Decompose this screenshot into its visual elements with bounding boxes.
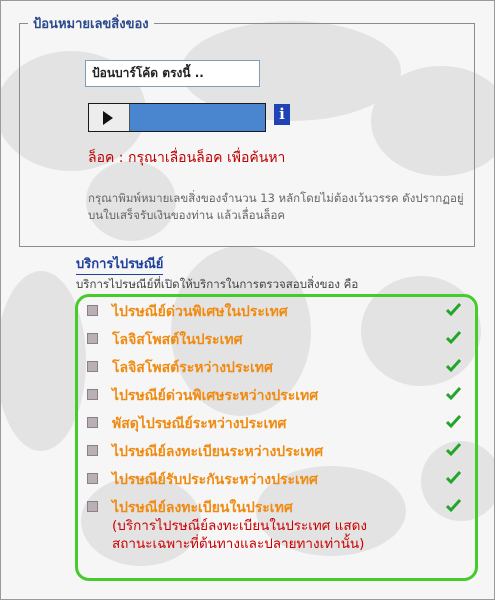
service-label: โลจิสโพสต์ในประเทศ — [112, 332, 243, 348]
list-item: พัสดุไปรษณีย์ระหว่างประเทศ — [84, 413, 474, 441]
list-item: ไปรษณีย์รับประกันระหว่างประเทศ — [84, 469, 474, 497]
bullet-icon — [87, 417, 98, 428]
lock-message: ล็อค : กรุณาเลื่อนล็อค เพื่อค้นหา — [88, 150, 286, 166]
bullet-icon — [87, 305, 98, 316]
list-item: ไปรษณีย์ด่วนพิเศษระหว่างประเทศ — [84, 385, 474, 413]
service-label: โลจิสโพสต์ระหว่างประเทศ — [112, 360, 273, 376]
bullet-icon — [87, 501, 98, 512]
list-item: โลจิสโพสต์ในประเทศ — [84, 329, 474, 357]
check-icon — [446, 414, 461, 429]
services-title: บริการไปรษณีย์ — [76, 253, 164, 275]
services-description: บริการไปรษณีย์ที่เปิดให้บริการในการตรวจส… — [76, 277, 359, 291]
list-item: โลจิสโพสต์ระหว่างประเทศ — [84, 357, 474, 385]
slider-handle[interactable] — [89, 104, 130, 131]
tracking-number-input[interactable] — [85, 60, 260, 87]
bullet-icon — [87, 333, 98, 344]
check-icon — [446, 386, 461, 401]
lock-slider[interactable] — [88, 103, 266, 132]
list-item: ไปรษณีย์ลงทะเบียนระหว่างประเทศ — [84, 441, 474, 469]
service-label: ไปรษณีย์ด่วนพิเศษในประเทศ — [112, 304, 288, 320]
info-icon[interactable]: i — [274, 104, 290, 125]
fieldset-legend: ป้อนหมายเลขสิ่งของ — [28, 13, 154, 34]
bullet-icon — [87, 361, 98, 372]
bullet-icon — [87, 445, 98, 456]
instruction-text: กรุณาพิมพ์หมายเลขสิ่งของจำนวน 13 หลักโดย… — [88, 191, 464, 222]
service-note: (บริการไปรษณีย์ลงทะเบียนในประเทศ แสดงสถา… — [112, 518, 367, 552]
check-icon — [446, 358, 461, 373]
chevron-right-icon — [103, 111, 113, 125]
bullet-icon — [87, 473, 98, 484]
services-list: ไปรษณีย์ด่วนพิเศษในประเทศ โลจิสโพสต์ในปร… — [84, 301, 474, 577]
list-item: ไปรษณีย์ด่วนพิเศษในประเทศ — [84, 301, 474, 329]
check-icon — [446, 470, 461, 485]
list-item: ไปรษณีย์ลงทะเบียนในประเทศ (บริการไปรษณีย… — [84, 497, 474, 577]
check-icon — [446, 498, 461, 513]
service-label: ไปรษณีย์ด่วนพิเศษระหว่างประเทศ — [112, 388, 319, 404]
check-icon — [446, 442, 461, 457]
check-icon — [446, 330, 461, 345]
service-label: พัสดุไปรษณีย์ระหว่างประเทศ — [112, 416, 287, 432]
tracking-panel: ป้อนหมายเลขสิ่งของ i ล็อค : กรุณาเลื่อนล… — [0, 0, 495, 600]
bullet-icon — [87, 389, 98, 400]
tracking-fieldset: ป้อนหมายเลขสิ่งของ i ล็อค : กรุณาเลื่อนล… — [19, 13, 475, 247]
check-icon — [446, 302, 461, 317]
service-label: ไปรษณีย์ลงทะเบียนระหว่างประเทศ — [112, 444, 324, 460]
service-label: ไปรษณีย์ลงทะเบียนในประเทศ — [112, 500, 293, 516]
service-label: ไปรษณีย์รับประกันระหว่างประเทศ — [112, 472, 318, 488]
